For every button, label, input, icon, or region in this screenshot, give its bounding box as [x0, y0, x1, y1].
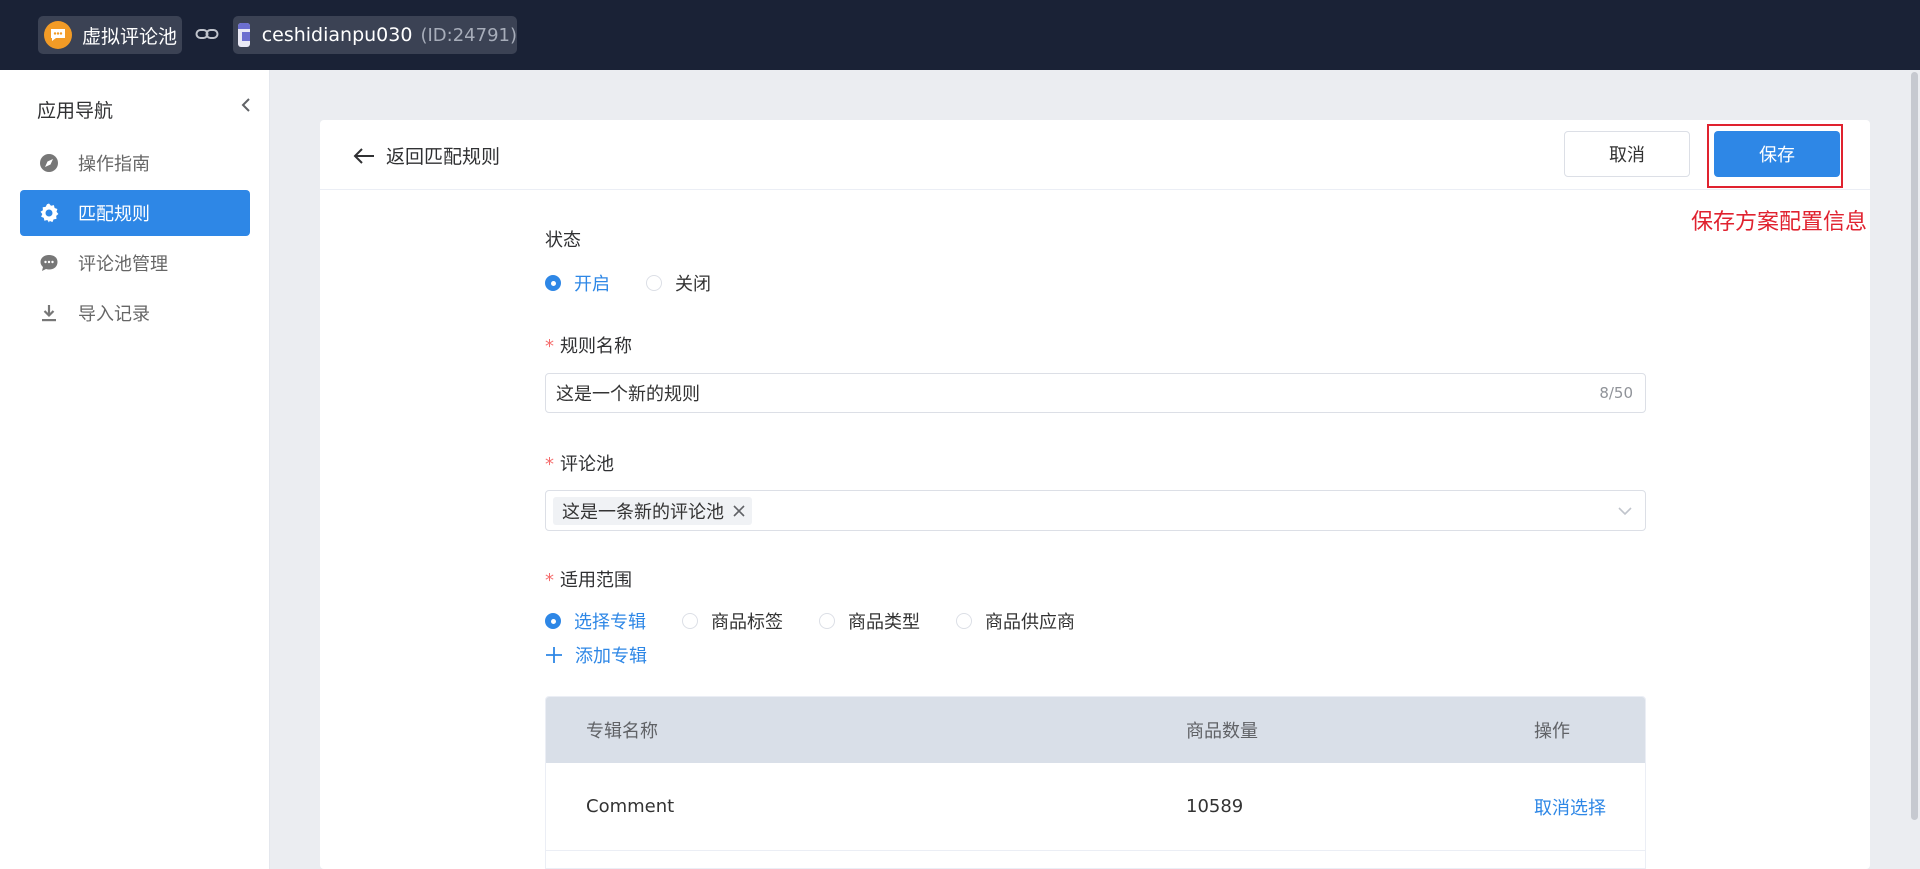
sidebar-item-label: 评论池管理 — [78, 254, 168, 275]
top-bar: 虚拟评论池 ceshidianpu030 (ID:24791) — [0, 0, 1920, 70]
rule-name-input[interactable]: 这是一个新的规则 8/50 — [545, 373, 1646, 413]
album-name-cell: Comment — [586, 796, 675, 817]
sidebar: 应用导航 操作指南 匹配规则 评论池管理 导入记录 — [0, 70, 270, 869]
radio-dot — [646, 275, 662, 291]
radio-label: 选择专辑 — [574, 612, 646, 633]
column-header-album: 专辑名称 — [586, 721, 658, 742]
store-selector[interactable]: ceshidianpu030 (ID:24791) — [233, 16, 517, 54]
sidebar-item-guide[interactable]: 操作指南 — [20, 140, 250, 186]
album-table: 专辑名称 商品数量 操作 Comment 10589 取消选择 — [545, 696, 1646, 869]
add-album-label: 添加专辑 — [575, 646, 647, 667]
scope-label-text: 适用范围 — [560, 570, 632, 591]
download-icon — [38, 302, 60, 324]
scope-radio-group: 选择专辑 商品标签 商品类型 商品供应商 — [545, 608, 1111, 634]
compass-icon — [38, 152, 60, 174]
radio-dot — [819, 613, 835, 629]
column-header-action: 操作 — [1534, 721, 1570, 742]
close-icon[interactable] — [732, 504, 746, 518]
required-mark: * — [545, 454, 554, 475]
sidebar-title: 应用导航 — [37, 100, 114, 122]
sidebar-item-comment-pools[interactable]: 评论池管理 — [20, 240, 250, 286]
save-annotation: 保存方案配置信息 — [1691, 210, 1868, 235]
radio-label: 商品供应商 — [985, 612, 1075, 633]
radio-label: 关闭 — [675, 274, 711, 295]
rule-name-value: 这是一个新的规则 — [556, 384, 700, 405]
required-mark: * — [545, 570, 554, 591]
radio-dot — [956, 613, 972, 629]
cancel-button[interactable]: 取消 — [1564, 131, 1690, 177]
selected-pool-tag: 这是一条新的评论池 — [553, 496, 752, 525]
store-icon — [238, 23, 250, 47]
back-to-rules-link[interactable]: 返回匹配规则 — [352, 142, 500, 169]
radio-dot — [545, 275, 561, 291]
sidebar-item-import-records[interactable]: 导入记录 — [20, 290, 250, 336]
comment-pool-select[interactable]: 这是一条新的评论池 — [545, 490, 1646, 531]
table-header: 专辑名称 商品数量 操作 — [546, 697, 1645, 763]
status-radio-group: 开启 关闭 — [545, 270, 747, 296]
status-radio-on[interactable]: 开启 — [545, 270, 610, 296]
table-row: Comment 10589 取消选择 — [546, 763, 1645, 851]
app-switcher[interactable]: 虚拟评论池 — [38, 16, 182, 54]
tag-label: 这是一条新的评论池 — [562, 501, 724, 523]
char-counter: 8/50 — [1599, 384, 1633, 402]
deselect-link[interactable]: 取消选择 — [1534, 794, 1606, 820]
plus-icon — [546, 647, 562, 663]
sidebar-item-label: 匹配规则 — [78, 204, 150, 225]
comment-pool-label: * 评论池 — [545, 450, 614, 476]
chat-bubble-icon — [38, 252, 60, 274]
radio-dot — [682, 613, 698, 629]
rule-name-label: * 规则名称 — [545, 332, 632, 358]
status-label: 状态 — [545, 230, 581, 251]
page-scrollbar-thumb[interactable] — [1911, 72, 1918, 820]
radio-label: 开启 — [574, 274, 610, 295]
comment-pool-label-text: 评论池 — [560, 454, 614, 475]
column-header-count: 商品数量 — [1186, 721, 1258, 742]
card-header: 返回匹配规则 取消 保存 — [320, 120, 1870, 190]
scope-radio-vendor[interactable]: 商品供应商 — [956, 608, 1075, 634]
radio-label: 商品标签 — [711, 612, 783, 633]
required-mark: * — [545, 336, 554, 357]
radio-label: 商品类型 — [848, 612, 920, 633]
arrow-left-icon — [353, 147, 374, 164]
store-id: (ID:24791) — [420, 24, 517, 46]
link-icon — [195, 29, 219, 39]
add-album-link[interactable]: 添加专辑 — [545, 642, 647, 668]
sidebar-item-label: 导入记录 — [78, 304, 150, 325]
status-radio-off[interactable]: 关闭 — [646, 270, 711, 296]
save-highlight-box — [1707, 124, 1843, 188]
store-name: ceshidianpu030 — [261, 24, 413, 46]
scope-radio-tag[interactable]: 商品标签 — [682, 608, 783, 634]
scope-radio-album[interactable]: 选择专辑 — [545, 608, 646, 634]
gear-icon — [38, 202, 60, 224]
scope-label: * 适用范围 — [545, 566, 632, 592]
rule-editor-card: 返回匹配规则 取消 保存 保存方案配置信息 状态 开启 关闭 * 规则名称 这是一… — [320, 120, 1870, 869]
radio-dot — [545, 613, 561, 629]
sidebar-item-match-rules[interactable]: 匹配规则 — [20, 190, 250, 236]
chevron-down-icon — [1618, 506, 1632, 515]
scope-radio-type[interactable]: 商品类型 — [819, 608, 920, 634]
chevron-left-icon[interactable] — [238, 93, 254, 117]
chat-bubble-icon — [44, 21, 72, 49]
sidebar-item-label: 操作指南 — [78, 154, 150, 175]
product-count-cell: 10589 — [1186, 796, 1244, 817]
back-label: 返回匹配规则 — [386, 146, 501, 168]
app-name: 虚拟评论池 — [82, 25, 178, 48]
rule-name-label-text: 规则名称 — [560, 336, 632, 357]
